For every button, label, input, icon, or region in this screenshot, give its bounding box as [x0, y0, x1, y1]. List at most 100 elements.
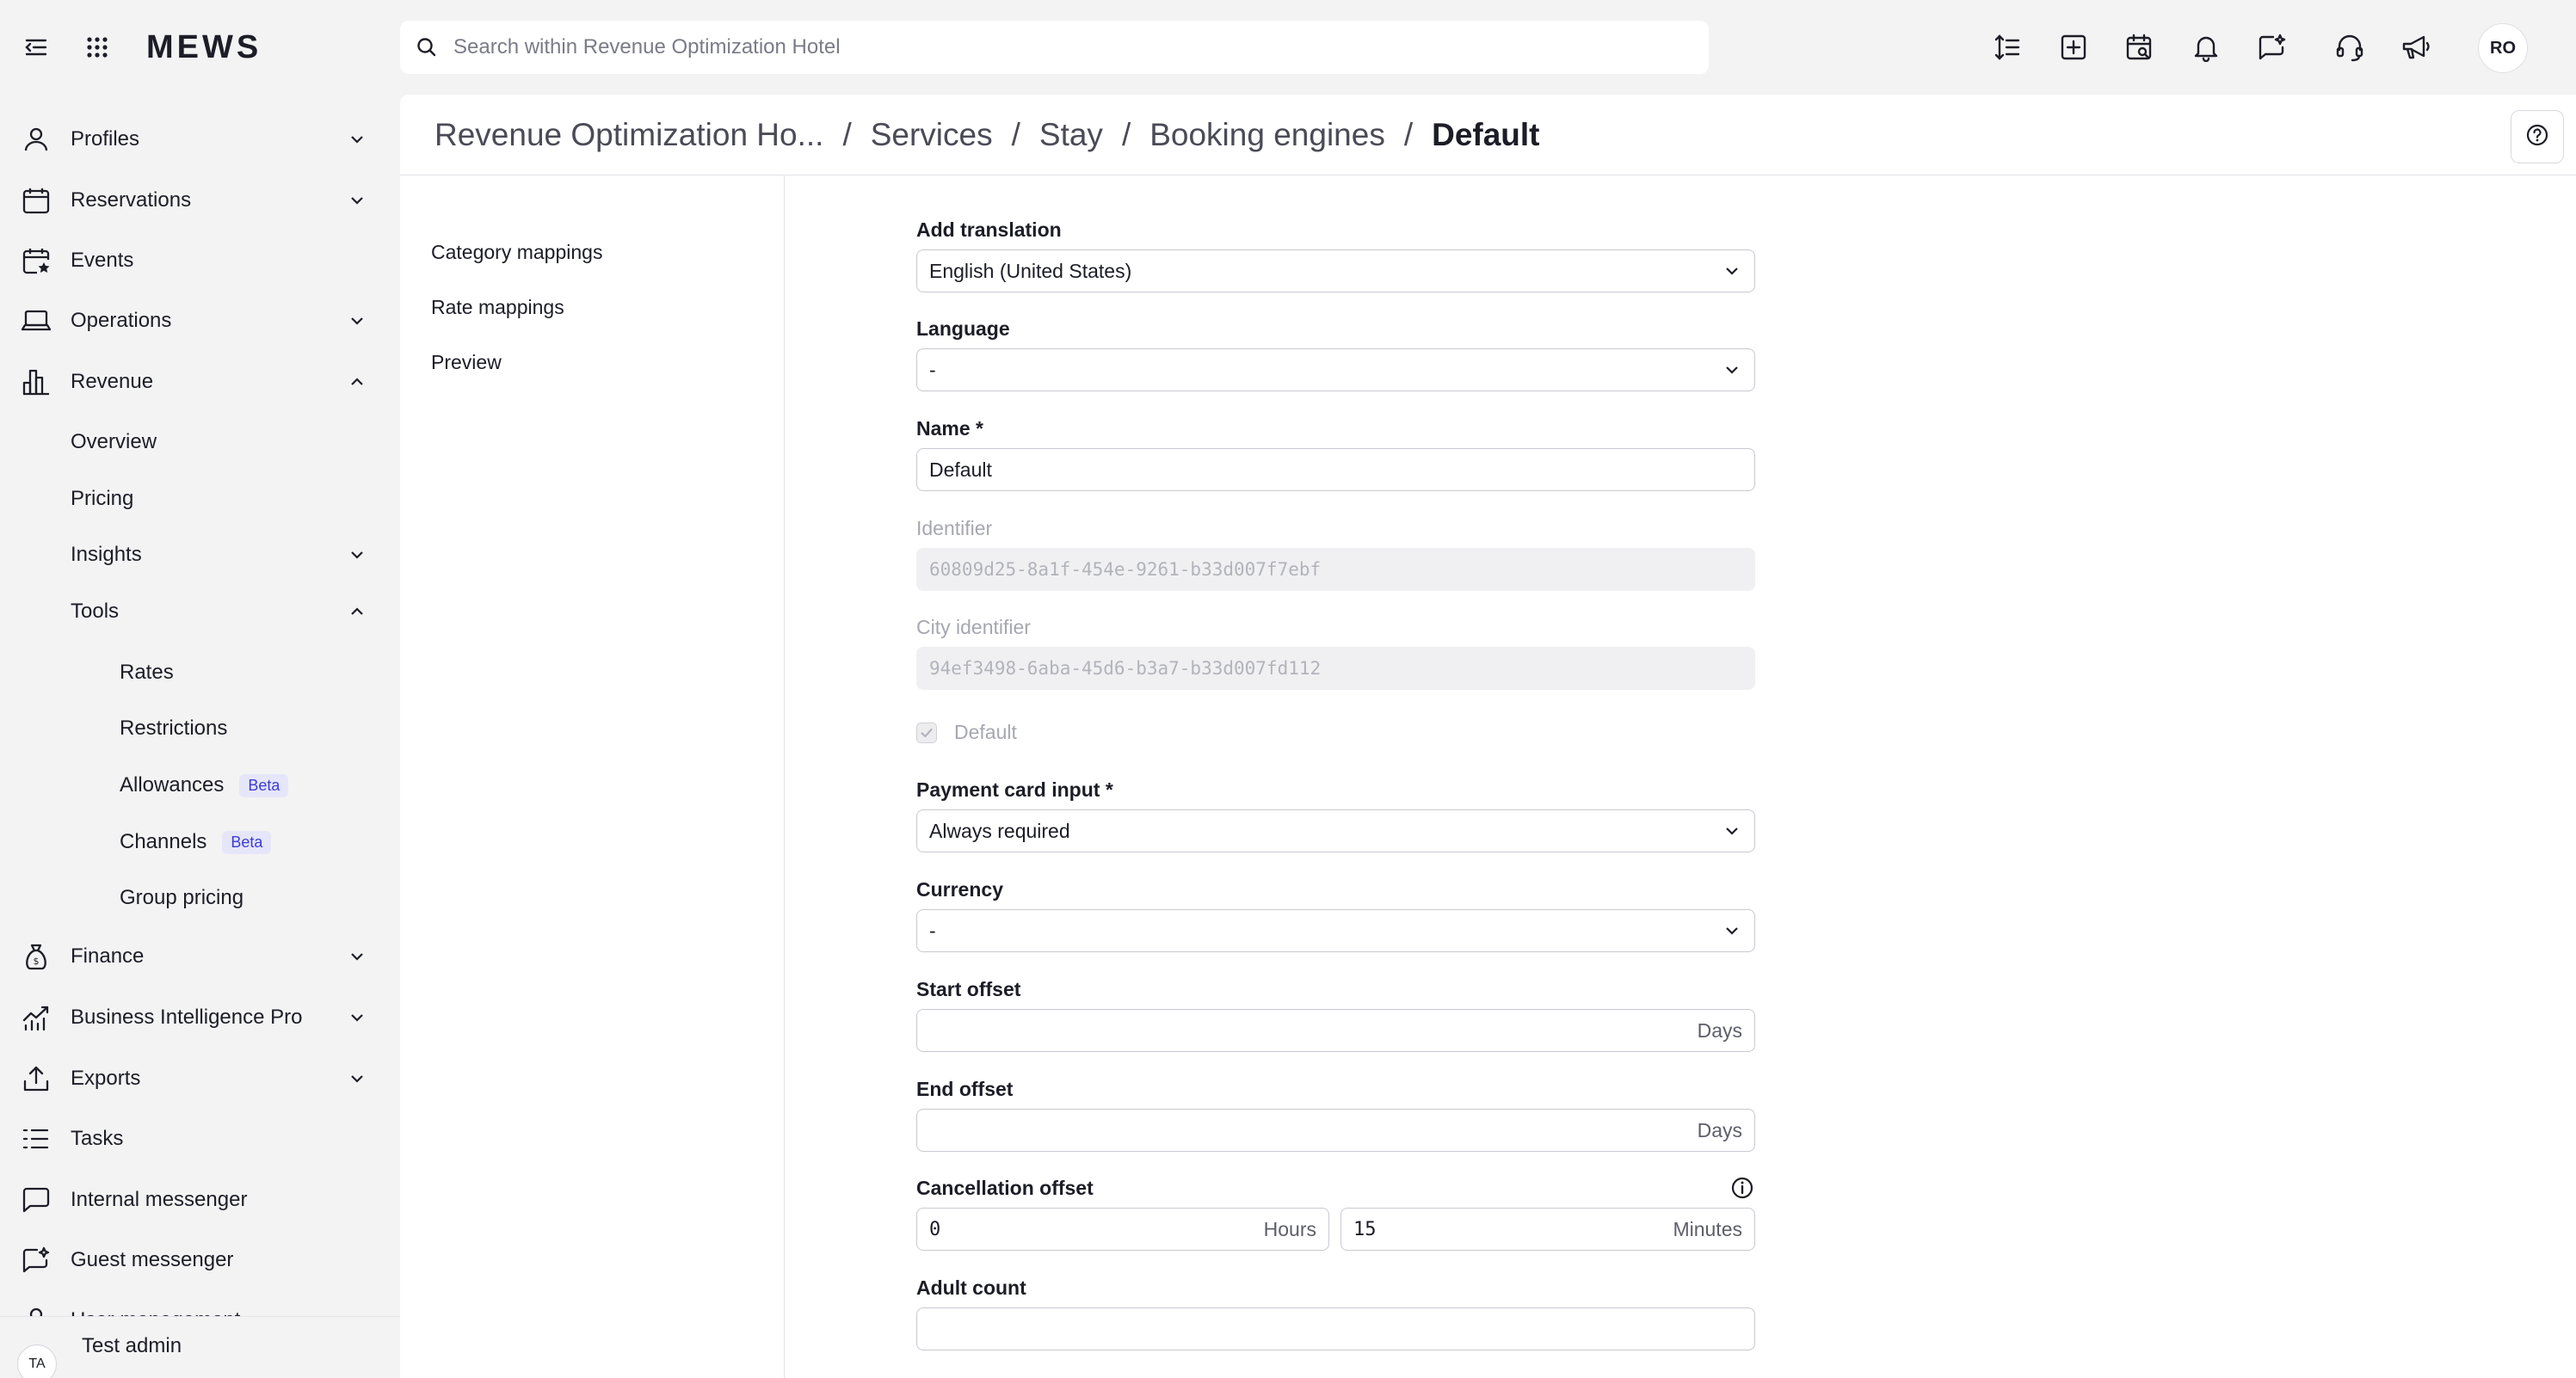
sidebar-item-label: Channels: [120, 829, 207, 853]
sidebar-item-events[interactable]: Events: [0, 236, 400, 286]
sidebar-item-label: Finance: [71, 944, 145, 968]
sidebar-item-operations[interactable]: Operations: [0, 296, 400, 346]
upload-icon: [19, 1061, 53, 1096]
breadcrumb-separator: /: [842, 116, 852, 152]
user-avatar[interactable]: RO: [2478, 23, 2528, 73]
sidebar-item-group-pricing[interactable]: Group pricing: [0, 873, 400, 923]
apps-grid-icon[interactable]: [76, 26, 119, 69]
megaphone-icon[interactable]: [2394, 26, 2437, 69]
subnav-item-rate-mappings[interactable]: Rate mappings: [431, 296, 564, 319]
language-select[interactable]: -: [916, 348, 1755, 391]
end-offset-field[interactable]: Days: [916, 1109, 1755, 1152]
page-title: Default: [1432, 116, 1540, 152]
add-translation-select[interactable]: English (United States): [916, 249, 1755, 292]
adult-count-input[interactable]: [929, 1318, 1742, 1340]
breadcrumb-item[interactable]: Booking engines: [1149, 117, 1385, 153]
headset-icon[interactable]: [2328, 26, 2371, 69]
sidebar-item-allowances[interactable]: Allowances Beta: [0, 760, 400, 810]
sidebar-item-profiles[interactable]: Profiles: [0, 114, 400, 164]
cancellation-hours-input[interactable]: [929, 1218, 1264, 1240]
chevron-down-icon: [344, 126, 370, 152]
sidebar-item-tasks[interactable]: Tasks: [0, 1114, 400, 1164]
sidebar-item-finance[interactable]: $ Finance: [0, 932, 400, 981]
calendar-search-icon[interactable]: [2118, 26, 2161, 69]
breadcrumb-separator: /: [1121, 116, 1131, 152]
sidebar-item-channels[interactable]: Channels Beta: [0, 817, 400, 867]
calendar-icon: [19, 183, 53, 218]
minutes-unit: Minutes: [1673, 1217, 1742, 1240]
sidebar-item-label: Group pricing: [120, 886, 244, 909]
cancellation-hours-field[interactable]: Hours: [916, 1208, 1329, 1251]
sidebar-item-business-intelligence-pro[interactable]: Business Intelligence Pro: [0, 993, 400, 1043]
sidebar-item-label: Tools: [71, 600, 120, 623]
payment-card-input-select[interactable]: Always required: [916, 809, 1755, 852]
breadcrumb-separator: /: [1403, 116, 1414, 152]
sidebar-item-label: Insights: [71, 543, 142, 566]
help-icon: [2524, 122, 2550, 152]
breadcrumb-item[interactable]: Services: [871, 117, 993, 153]
sidebar-item-insights[interactable]: Insights: [0, 530, 400, 580]
chevron-down-icon: [1722, 920, 1742, 941]
sidebar: Profiles Reservations Events Operations …: [0, 95, 400, 1378]
sidebar-item-rates[interactable]: Rates: [0, 648, 400, 698]
payment-card-input-label: Payment card input *: [916, 778, 1113, 801]
sidebar-item-guest-messenger[interactable]: Guest messenger: [0, 1235, 400, 1285]
language-value: -: [929, 358, 936, 381]
identifier-field: 60809d25-8a1f-454e-9261-b33d007f7ebf: [916, 548, 1755, 591]
breadcrumb-item[interactable]: Revenue Optimization Ho...: [434, 117, 823, 153]
start-offset-unit: Days: [1697, 1018, 1742, 1042]
sidebar-item-tools[interactable]: Tools: [0, 587, 400, 637]
subnav-item-preview[interactable]: Preview: [431, 351, 502, 374]
identifier-value: 60809d25-8a1f-454e-9261-b33d007f7ebf: [929, 559, 1322, 580]
text-height-icon[interactable]: [1986, 26, 2029, 69]
sidebar-item-overview[interactable]: Overview: [0, 417, 400, 467]
menu-collapse-icon[interactable]: [15, 26, 58, 69]
sidebar-item-revenue[interactable]: Revenue: [0, 357, 400, 407]
sidebar-item-label: Reservations: [71, 188, 192, 212]
sidebar-item-reservations[interactable]: Reservations: [0, 175, 400, 225]
sidebar-item-label: Business Intelligence Pro: [71, 1006, 303, 1029]
add-square-icon[interactable]: [2052, 26, 2095, 69]
end-offset-input[interactable]: [929, 1119, 1698, 1141]
currency-select[interactable]: -: [916, 909, 1755, 952]
task-list-icon: [19, 1122, 53, 1156]
svg-text:$: $: [34, 956, 40, 967]
start-offset-input[interactable]: [929, 1019, 1698, 1042]
sidebar-item-restrictions[interactable]: Restrictions: [0, 704, 400, 754]
cancellation-offset-label: Cancellation offset: [916, 1177, 1094, 1199]
global-search[interactable]: [400, 21, 1709, 74]
breadcrumb: Revenue Optimization Ho... / Services / …: [400, 95, 2576, 175]
subnav-item-category-mappings[interactable]: Category mappings: [431, 241, 602, 264]
sidebar-user[interactable]: TA Test admin: [0, 1316, 400, 1378]
sidebar-item-exports[interactable]: Exports: [0, 1054, 400, 1104]
chevron-up-icon: [344, 369, 370, 395]
mews-logo[interactable]: MEWS: [146, 29, 262, 66]
cancellation-minutes-field[interactable]: Minutes: [1340, 1208, 1755, 1251]
user-icon: [19, 122, 53, 157]
sidebar-item-label: Pricing: [71, 487, 134, 510]
breadcrumb-separator: /: [1011, 116, 1020, 152]
chat-sparkle-icon[interactable]: [2251, 26, 2294, 69]
top-bar: MEWS RO: [0, 0, 2576, 95]
end-offset-unit: Days: [1697, 1118, 1742, 1141]
chevron-down-icon: [1722, 360, 1742, 380]
cancellation-minutes-input[interactable]: [1353, 1218, 1673, 1240]
search-input[interactable]: [453, 35, 1658, 59]
beta-badge: Beta: [239, 774, 289, 798]
bell-icon[interactable]: [2185, 26, 2228, 69]
breadcrumb-item[interactable]: Stay: [1039, 117, 1103, 153]
help-button[interactable]: [2511, 110, 2564, 163]
user-name: Test admin: [82, 1334, 182, 1357]
name-field[interactable]: Default: [916, 448, 1755, 491]
adult-count-field[interactable]: [916, 1307, 1755, 1350]
avatar: TA: [17, 1344, 57, 1378]
message-icon: [19, 1183, 53, 1217]
sidebar-item-label: Internal messenger: [71, 1188, 248, 1211]
sidebar-item-label: Tasks: [71, 1127, 124, 1150]
city-identifier-label: City identifier: [916, 616, 1031, 638]
sidebar-item-pricing[interactable]: Pricing: [0, 474, 400, 524]
start-offset-field[interactable]: Days: [916, 1009, 1755, 1052]
sidebar-item-label: Guest messenger: [71, 1248, 234, 1271]
sidebar-item-internal-messenger[interactable]: Internal messenger: [0, 1175, 400, 1225]
info-icon[interactable]: [1730, 1176, 1754, 1200]
